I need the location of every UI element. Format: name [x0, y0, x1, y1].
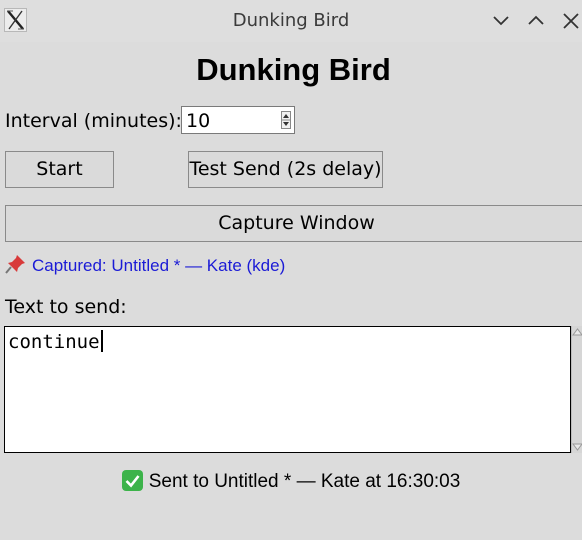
text-to-send-textarea[interactable]: continue: [4, 326, 571, 453]
interval-label: Interval (minutes):: [5, 110, 182, 132]
test-send-button[interactable]: Test Send (2s delay): [188, 151, 383, 188]
close-icon[interactable]: [561, 11, 581, 31]
send-status: Sent to Untitled * — Kate at 16:30:03: [0, 470, 582, 493]
title-bar[interactable]: Dunking Bird: [0, 0, 582, 42]
text-caret: [100, 330, 103, 352]
captured-text: Captured: Untitled * — Kate (kde): [32, 256, 286, 275]
check-mark-icon: [121, 470, 143, 491]
spin-down-icon: [283, 122, 289, 126]
app-heading: Dunking Bird: [196, 52, 391, 87]
pushpin-icon: [5, 254, 27, 274]
spin-arrows[interactable]: [281, 111, 291, 129]
interval-spinbox[interactable]: 10: [181, 106, 295, 134]
capture-window-button[interactable]: Capture Window: [5, 205, 582, 242]
interval-value[interactable]: 10: [186, 110, 210, 132]
start-button[interactable]: Start: [5, 151, 114, 188]
scroll-down-icon[interactable]: [572, 441, 582, 453]
scroll-up-icon[interactable]: [572, 326, 582, 338]
spin-up-icon: [283, 114, 289, 118]
textarea-value[interactable]: continue: [8, 331, 100, 353]
status-text: Sent to Untitled * — Kate at 16:30:03: [148, 471, 461, 492]
captured-status: Captured: Untitled * — Kate (kde): [5, 254, 285, 276]
chevron-down-icon[interactable]: [491, 11, 511, 31]
text-to-send-label: Text to send:: [5, 296, 127, 318]
app-window: Dunking Bird Dunking Bird Interval (minu…: [0, 0, 582, 540]
chevron-up-icon[interactable]: [526, 11, 546, 31]
textarea-scrollbar[interactable]: [571, 326, 582, 453]
